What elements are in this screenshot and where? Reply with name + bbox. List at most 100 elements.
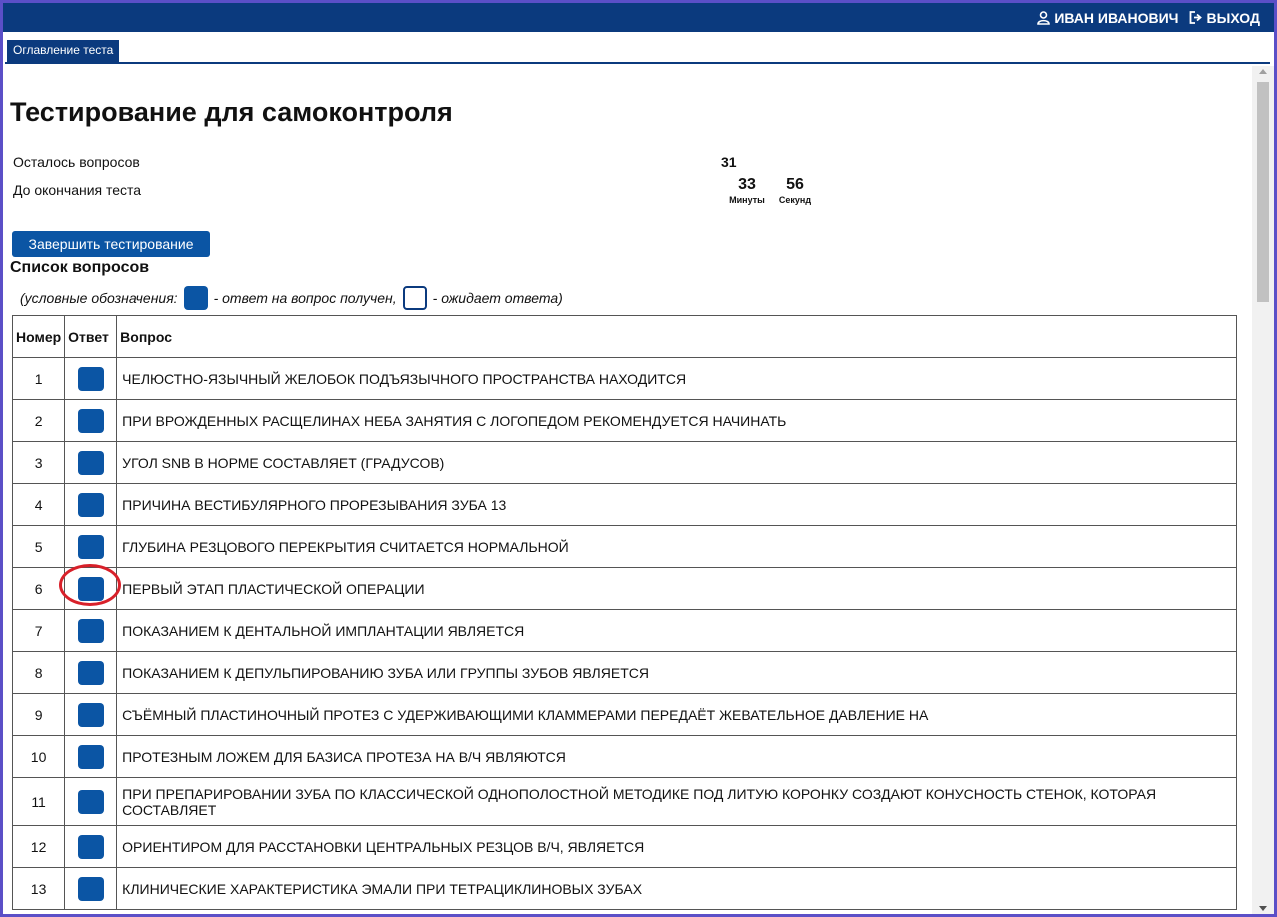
answer-status-cell[interactable] <box>64 483 118 526</box>
answer-status-cell[interactable] <box>64 357 118 400</box>
remaining-value: 31 <box>721 154 737 170</box>
answered-indicator[interactable] <box>77 876 104 901</box>
minutes-unit: Минуты <box>729 195 765 205</box>
question-number: 6 <box>11 567 66 610</box>
question-number: 3 <box>11 441 66 484</box>
questions-list-title: Список вопросов <box>10 259 150 276</box>
logout-button[interactable]: ВЫХОД <box>1189 10 1260 26</box>
answer-status-cell[interactable] <box>64 399 118 442</box>
answer-status-cell[interactable] <box>64 609 118 652</box>
question-number: 9 <box>11 693 66 736</box>
question-link[interactable]: ПЕРВЫЙ ЭТАП ПЛАСТИЧЕСКОЙ ОПЕРАЦИИ <box>116 567 1237 610</box>
question-link[interactable]: ПРИ ПРЕПАРИРОВАНИИ ЗУБА ПО КЛАССИЧЕСКОЙ … <box>116 777 1237 826</box>
timer-label: До окончания теста <box>13 182 142 198</box>
answered-indicator[interactable] <box>77 702 104 727</box>
table-header-row: Номер Ответ Вопрос <box>11 315 1237 358</box>
seconds-value: 56 <box>786 176 804 193</box>
legend-prefix: (условные обозначения: <box>20 290 178 306</box>
answered-indicator[interactable] <box>77 450 104 475</box>
finish-test-button[interactable]: Завершить тестирование <box>12 231 210 257</box>
answer-status-cell[interactable] <box>64 867 118 910</box>
table-row[interactable]: 10 ПРОТЕЗНЫМ ЛОЖЕМ ДЛЯ БАЗИСА ПРОТЕЗА НА … <box>11 735 1237 778</box>
question-link[interactable]: ГЛУБИНА РЕЗЦОВОГО ПЕРЕКРЫТИЯ СЧИТАЕТСЯ Н… <box>116 525 1237 568</box>
question-number: 12 <box>11 825 66 868</box>
table-row[interactable]: 2 ПРИ ВРОЖДЕННЫХ РАСЩЕЛИНАХ НЕБА ЗАНЯТИЯ … <box>11 399 1237 442</box>
answer-status-cell[interactable] <box>64 825 118 868</box>
question-number: 2 <box>11 399 66 442</box>
logout-label: ВЫХОД <box>1206 9 1260 26</box>
table-row[interactable]: 1 ЧЕЛЮСТНО-ЯЗЫЧНЫЙ ЖЕЛОБОК ПОДЪЯЗЫЧНОГО П… <box>11 357 1237 400</box>
question-link[interactable]: ПРОТЕЗНЫМ ЛОЖЕМ ДЛЯ БАЗИСА ПРОТЕЗА НА В/… <box>116 735 1237 778</box>
user-menu[interactable]: ИВАН ИВАНОВИЧ <box>1037 9 1179 26</box>
answer-status-cell[interactable] <box>64 441 118 484</box>
column-header-number: Номер <box>11 315 66 358</box>
answered-indicator[interactable] <box>77 408 104 433</box>
question-link[interactable]: УГОЛ SNB В НОРМЕ СОСТАВЛЯЕТ (ГРАДУСОВ) <box>116 441 1237 484</box>
scrollbar-thumb[interactable] <box>1257 82 1269 302</box>
question-number: 10 <box>11 735 66 778</box>
question-number: 13 <box>11 867 66 910</box>
question-number: 5 <box>11 525 66 568</box>
legend-pending-swatch <box>402 286 427 310</box>
table-row[interactable]: 4 ПРИЧИНА ВЕСТИБУЛЯРНОГО ПРОРЕЗЫВАНИЯ ЗУБ… <box>11 483 1237 526</box>
scroll-down-arrow-icon[interactable] <box>1259 906 1267 911</box>
table-row[interactable]: 8 ПОКАЗАНИЕМ К ДЕПУЛЬПИРОВАНИЮ ЗУБА ИЛИ Г… <box>11 651 1237 694</box>
answered-indicator[interactable] <box>77 834 104 859</box>
answered-indicator[interactable] <box>77 789 104 814</box>
question-link[interactable]: КЛИНИЧЕСКИЕ ХАРАКТЕРИСТИКА ЭМАЛИ ПРИ ТЕТ… <box>116 867 1237 910</box>
scroll-up-arrow-icon[interactable] <box>1259 69 1267 74</box>
table-row[interactable]: 3 УГОЛ SNB В НОРМЕ СОСТАВЛЯЕТ (ГРАДУСОВ) <box>11 441 1237 484</box>
logout-icon <box>1189 11 1202 24</box>
question-number: 1 <box>11 357 66 400</box>
legend: (условные обозначения: - ответ на вопрос… <box>20 286 563 310</box>
question-link[interactable]: ОРИЕНТИРОМ ДЛЯ РАССТАНОВКИ ЦЕНТРАЛЬНЫХ Р… <box>116 825 1237 868</box>
question-link[interactable]: СЪЁМНЫЙ ПЛАСТИНОЧНЫЙ ПРОТЕЗ С УДЕРЖИВАЮЩ… <box>116 693 1237 736</box>
answer-status-cell[interactable] <box>64 777 118 826</box>
question-number: 11 <box>11 777 66 826</box>
question-number: 4 <box>11 483 66 526</box>
table-row[interactable]: 9 СЪЁМНЫЙ ПЛАСТИНОЧНЫЙ ПРОТЕЗ С УДЕРЖИВАЮ… <box>11 693 1237 736</box>
tab-contents[interactable]: Оглавление теста <box>7 40 120 62</box>
top-bar: ИВАН ИВАНОВИЧ ВЫХОД <box>3 3 1274 32</box>
table-row[interactable]: 13 КЛИНИЧЕСКИЕ ХАРАКТЕРИСТИКА ЭМАЛИ ПРИ Т… <box>11 867 1237 910</box>
answered-indicator[interactable] <box>77 576 104 601</box>
answered-indicator[interactable] <box>77 492 104 517</box>
minutes-value: 33 <box>738 176 756 193</box>
answer-status-cell[interactable] <box>64 735 118 778</box>
table-row[interactable]: 12 ОРИЕНТИРОМ ДЛЯ РАССТАНОВКИ ЦЕНТРАЛЬНЫХ… <box>11 825 1237 868</box>
question-number: 7 <box>11 609 66 652</box>
table-row[interactable]: 5 ГЛУБИНА РЕЗЦОВОГО ПЕРЕКРЫТИЯ СЧИТАЕТСЯ … <box>11 525 1237 568</box>
question-link[interactable]: ПРИЧИНА ВЕСТИБУЛЯРНОГО ПРОРЕЗЫВАНИЯ ЗУБА… <box>116 483 1237 526</box>
questions-table: Номер Ответ Вопрос 1 ЧЕЛЮСТНО-ЯЗЫЧНЫЙ ЖЕЛ… <box>11 315 1237 910</box>
user-icon <box>1037 10 1051 25</box>
answer-status-cell[interactable] <box>64 567 118 610</box>
vertical-scrollbar[interactable] <box>1252 66 1274 914</box>
app-window: ИВАН ИВАНОВИЧ ВЫХОД Оглавление теста Тес… <box>3 3 1274 914</box>
answer-status-cell[interactable] <box>64 525 118 568</box>
answered-indicator[interactable] <box>77 366 104 391</box>
main-content: Тестирование для самоконтроля Осталось в… <box>3 66 1248 914</box>
question-link[interactable]: ЧЕЛЮСТНО-ЯЗЫЧНЫЙ ЖЕЛОБОК ПОДЪЯЗЫЧНОГО ПР… <box>116 357 1237 400</box>
column-header-question: Вопрос <box>116 315 1237 358</box>
answer-status-cell[interactable] <box>64 651 118 694</box>
question-number: 8 <box>11 651 66 694</box>
table-row[interactable]: 6 ПЕРВЫЙ ЭТАП ПЛАСТИЧЕСКОЙ ОПЕРАЦИИ <box>11 567 1237 610</box>
answered-indicator[interactable] <box>77 618 104 643</box>
legend-answered-text: - ответ на вопрос получен, <box>213 290 397 306</box>
answered-indicator[interactable] <box>77 534 104 559</box>
seconds-unit: Секунд <box>778 195 812 205</box>
question-link[interactable]: ПОКАЗАНИЕМ К ДЕПУЛЬПИРОВАНИЮ ЗУБА ИЛИ ГР… <box>116 651 1237 694</box>
answered-indicator[interactable] <box>77 660 104 685</box>
answer-status-cell[interactable] <box>64 693 118 736</box>
answered-indicator[interactable] <box>77 744 104 769</box>
timer-minutes: 33 Минуты <box>723 176 771 205</box>
table-row[interactable]: 11 ПРИ ПРЕПАРИРОВАНИИ ЗУБА ПО КЛАССИЧЕСКО… <box>11 777 1237 826</box>
question-link[interactable]: ПРИ ВРОЖДЕННЫХ РАСЩЕЛИНАХ НЕБА ЗАНЯТИЯ С… <box>116 399 1237 442</box>
page-title: Тестирование для самоконтроля <box>10 97 453 127</box>
column-header-answer: Ответ <box>64 315 118 358</box>
countdown-timer: 33 Минуты 56 Секунд <box>723 176 819 205</box>
table-row[interactable]: 7 ПОКАЗАНИЕМ К ДЕНТАЛЬНОЙ ИМПЛАНТАЦИИ ЯВЛ… <box>11 609 1237 652</box>
timer-seconds: 56 Секунд <box>771 176 819 205</box>
question-link[interactable]: ПОКАЗАНИЕМ К ДЕНТАЛЬНОЙ ИМПЛАНТАЦИИ ЯВЛЯ… <box>116 609 1237 652</box>
user-name: ИВАН ИВАНОВИЧ <box>1054 9 1179 26</box>
